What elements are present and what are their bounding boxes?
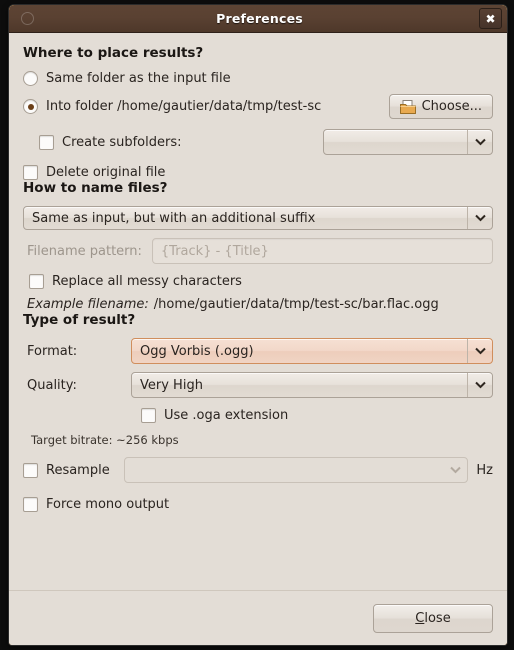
delete-original-checkbox[interactable]	[23, 165, 38, 180]
create-subfolders-label: Create subfolders:	[62, 134, 182, 150]
use-oga-label: Use .oga extension	[164, 408, 289, 423]
window-title: Preferences	[216, 11, 303, 26]
window-titlebar[interactable]: Preferences ✖	[9, 5, 507, 33]
force-mono-checkbox[interactable]	[23, 497, 38, 512]
resample-unit-label: Hz	[476, 462, 493, 478]
chevron-down-icon	[443, 458, 467, 482]
folder-icon	[399, 99, 416, 114]
naming-scheme-combobox[interactable]: Same as input, but with an additional su…	[23, 206, 493, 230]
force-mono-label: Force mono output	[46, 497, 170, 512]
format-value: Ogg Vorbis (.ogg)	[140, 343, 254, 359]
section-heading-where: Where to place results?	[23, 45, 204, 61]
close-button[interactable]: Close	[373, 603, 493, 633]
quality-row: Quality: Very High	[23, 372, 493, 398]
radio-into-folder-label: Into folder /home/gautier/data/tmp/test-…	[46, 99, 322, 114]
replace-messy-checkbox[interactable]	[29, 274, 44, 289]
format-row: Format: Ogg Vorbis (.ogg)	[23, 338, 493, 364]
preferences-content: Where to place results? Same folder as t…	[9, 33, 507, 645]
quality-value: Very High	[140, 377, 203, 393]
choose-folder-button[interactable]: Choose...	[388, 94, 493, 119]
preferences-window: Preferences ✖ Where to place results? Sa…	[8, 4, 508, 646]
radio-same-folder[interactable]	[23, 71, 38, 86]
filename-pattern-input[interactable]: {Track} - {Title}	[151, 238, 493, 264]
format-label: Format:	[27, 343, 78, 359]
quality-combobox[interactable]: Very High	[131, 372, 493, 398]
create-subfolders-row[interactable]: Create subfolders:	[23, 129, 493, 155]
force-mono-row[interactable]: Force mono output	[23, 497, 493, 512]
chevron-down-icon	[467, 207, 492, 229]
replace-messy-label: Replace all messy characters	[52, 274, 242, 289]
resample-checkbox[interactable]	[23, 462, 38, 478]
close-window-button[interactable]: ✖	[479, 8, 502, 29]
dialog-footer: Close	[23, 591, 493, 645]
section-heading-naming: How to name files?	[23, 180, 168, 196]
example-filename-row: Example filename: /home/gautier/data/tmp…	[23, 297, 493, 312]
filename-pattern-row: Filename pattern: {Track} - {Title}	[23, 238, 493, 264]
window-menu-icon	[20, 12, 34, 25]
radio-same-folder-label: Same folder as the input file	[46, 71, 231, 86]
target-bitrate: Target bitrate: ~256 kbps	[31, 433, 179, 447]
use-oga-row[interactable]: Use .oga extension	[23, 408, 493, 423]
radio-into-folder[interactable]	[23, 99, 38, 114]
subfolders-combobox[interactable]	[323, 129, 493, 155]
close-icon: ✖	[485, 11, 496, 26]
quality-label: Quality:	[27, 377, 77, 393]
example-filename-label: Example filename:	[27, 297, 149, 312]
section-heading-result: Type of result?	[23, 312, 136, 328]
radio-row-same-folder[interactable]: Same folder as the input file	[23, 71, 493, 86]
chevron-down-icon	[467, 339, 492, 363]
resample-label: Resample	[46, 462, 110, 478]
close-button-mnemonic: C	[415, 610, 425, 626]
naming-scheme-value: Same as input, but with an additional su…	[32, 210, 316, 226]
example-filename-value: /home/gautier/data/tmp/test-sc/bar.flac.…	[153, 297, 439, 312]
close-button-label: lose	[424, 610, 451, 626]
resample-row[interactable]: Resample Hz	[23, 457, 493, 483]
window-menu-button[interactable]	[14, 12, 40, 25]
radio-row-into-folder[interactable]: Into folder /home/gautier/data/tmp/test-…	[23, 94, 493, 119]
filename-pattern-value: {Track} - {Title}	[160, 243, 269, 259]
chevron-down-icon	[467, 373, 492, 397]
choose-folder-label: Choose...	[421, 99, 482, 114]
chevron-down-icon	[467, 130, 492, 154]
create-subfolders-checkbox[interactable]	[39, 134, 54, 150]
replace-messy-row[interactable]: Replace all messy characters	[23, 274, 493, 289]
resample-combobox[interactable]	[123, 457, 469, 483]
format-combobox[interactable]: Ogg Vorbis (.ogg)	[131, 338, 493, 364]
delete-original-row[interactable]: Delete original file	[23, 165, 493, 180]
filename-pattern-label: Filename pattern:	[27, 243, 142, 259]
delete-original-label: Delete original file	[46, 165, 166, 180]
use-oga-checkbox[interactable]	[141, 408, 156, 423]
